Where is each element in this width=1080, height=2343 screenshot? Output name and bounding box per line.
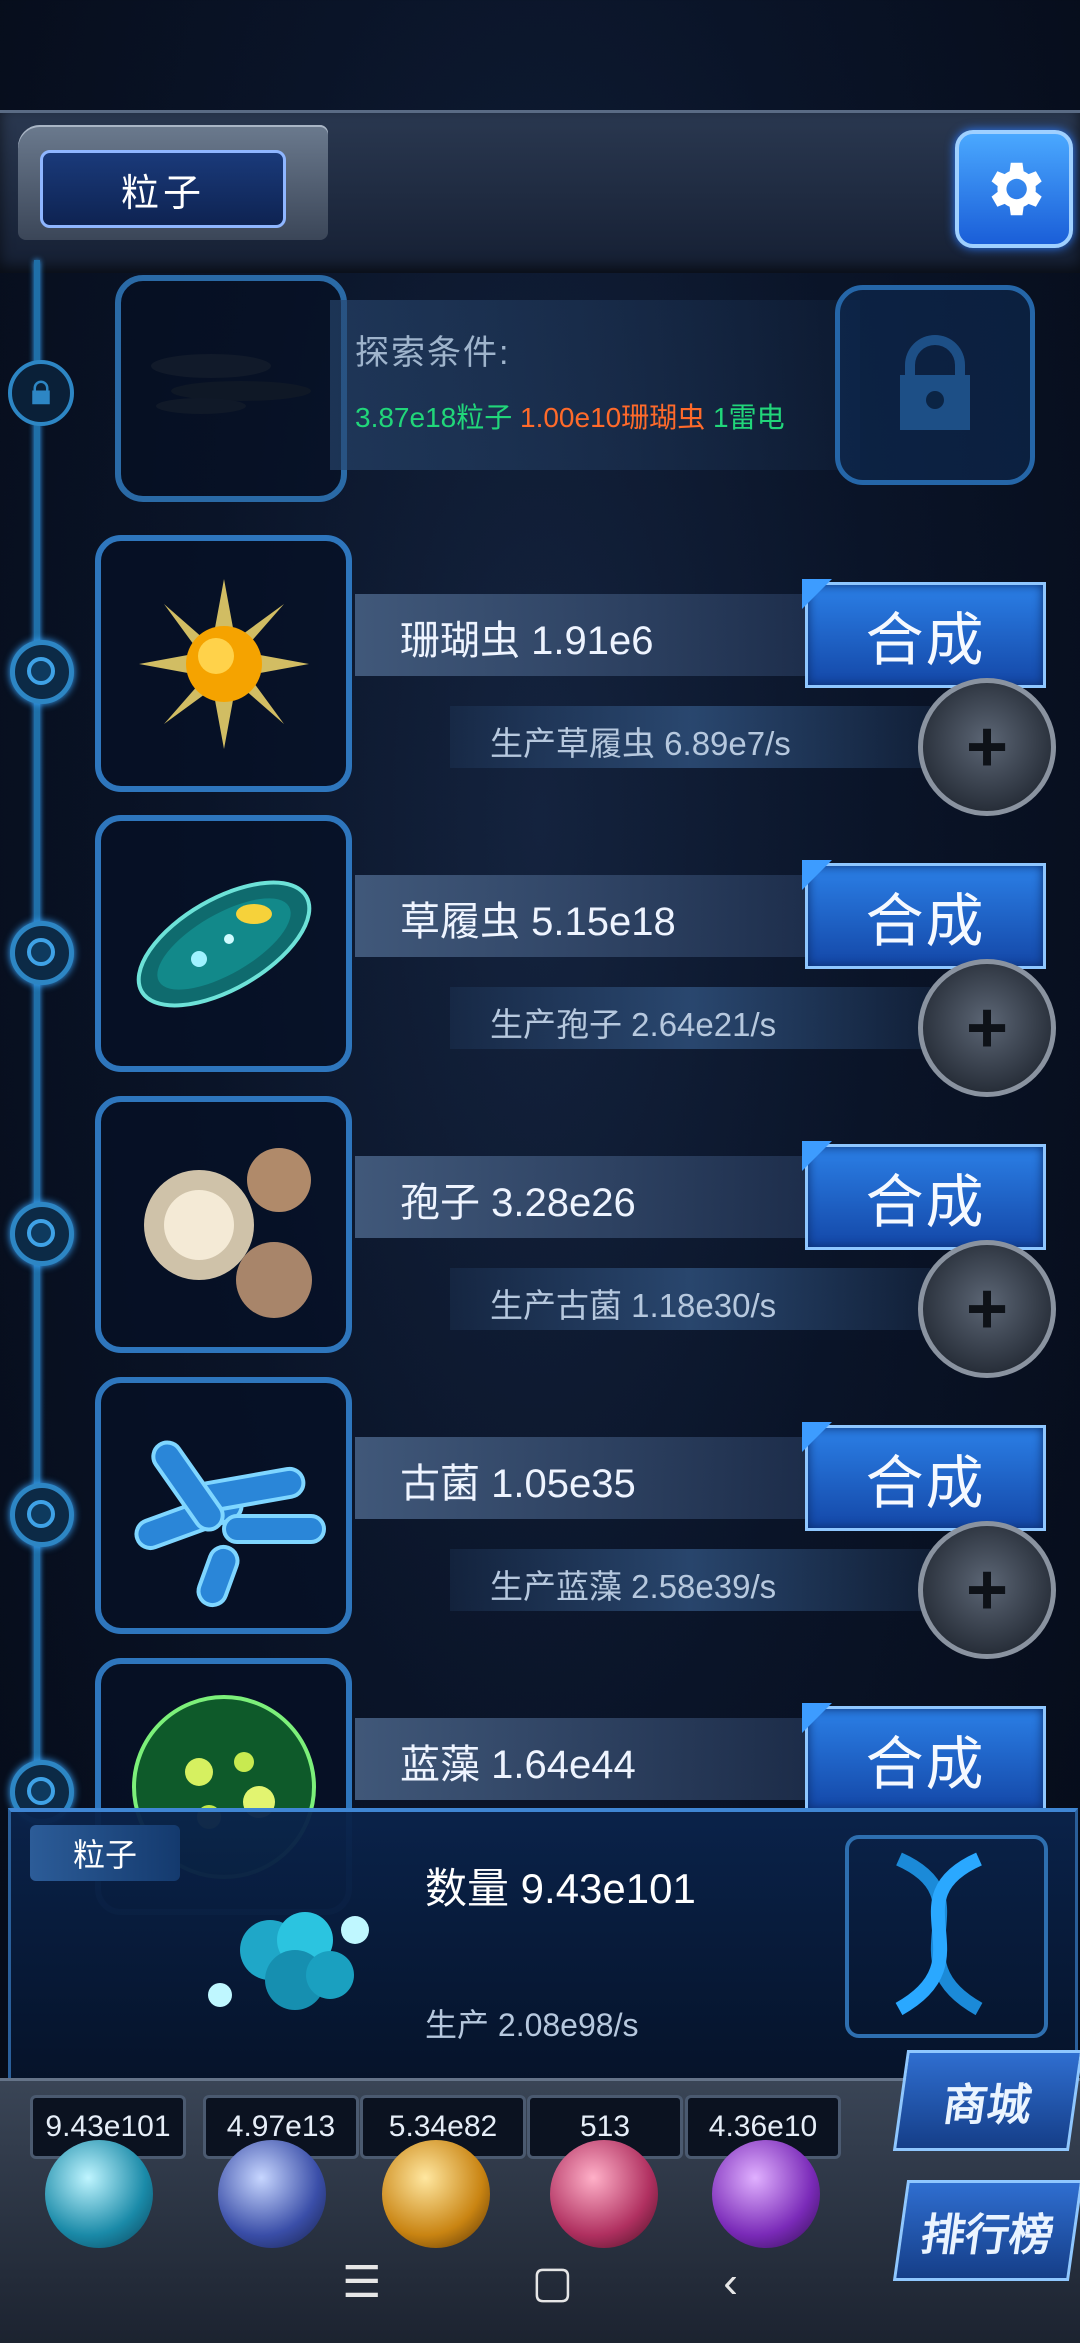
production-text: 生产孢子 2.64e21/s xyxy=(490,1006,777,1043)
silhouette-icon xyxy=(151,354,311,414)
synthesize-button[interactable]: 合成 xyxy=(802,860,1046,969)
plus-icon: + xyxy=(965,1550,1009,1630)
synthesize-button[interactable]: 合成 xyxy=(802,1703,1046,1812)
system-nav: ☰ ▢ ‹ xyxy=(0,2225,1080,2340)
settings-button[interactable] xyxy=(955,130,1073,248)
page-title: 粒子 xyxy=(40,150,286,228)
explore-lock-button[interactable] xyxy=(835,285,1035,485)
home-nav-button[interactable]: ▢ xyxy=(532,2257,574,2308)
menu-nav-button[interactable]: ☰ xyxy=(342,2257,381,2308)
rail-node xyxy=(10,640,74,704)
synthesize-button[interactable]: 合成 xyxy=(802,1141,1046,1250)
plus-icon: + xyxy=(965,988,1009,1068)
row-name: 孢子 3.28e26 xyxy=(400,1181,636,1225)
rail-node xyxy=(10,1483,74,1547)
production-text: 生产古菌 1.18e30/s xyxy=(490,1287,777,1324)
row-name: 古菌 1.05e35 xyxy=(400,1462,636,1506)
dna-frame xyxy=(845,1835,1048,2038)
padlock-icon xyxy=(900,335,970,430)
upgrade-plus-button[interactable]: + xyxy=(918,1240,1056,1378)
rail-lock-node xyxy=(8,360,74,426)
cond-particles: 3.87e18粒子 xyxy=(355,402,513,433)
gear-icon xyxy=(991,162,1042,216)
rail-node xyxy=(10,1202,74,1266)
production-text: 生产蓝藻 2.58e39/s xyxy=(490,1568,777,1605)
locked-creature-frame xyxy=(115,275,347,502)
paramecium-icon xyxy=(136,880,311,1007)
upgrade-plus-button[interactable]: + xyxy=(918,1521,1056,1659)
upgrade-plus-button[interactable]: + xyxy=(918,959,1056,1097)
creature-image-spore[interactable] xyxy=(95,1096,352,1353)
synthesize-button[interactable]: 合成 xyxy=(802,579,1046,688)
synthesize-button[interactable]: 合成 xyxy=(802,1422,1046,1531)
dna-icon xyxy=(895,1852,983,2016)
particle-production: 生产 2.08e98/s xyxy=(425,2007,639,2043)
lock-icon xyxy=(32,380,50,405)
row-name: 草履虫 5.15e18 xyxy=(400,900,676,944)
progress-rail xyxy=(34,260,40,1820)
plus-icon: + xyxy=(965,707,1009,787)
back-nav-button[interactable]: ‹ xyxy=(723,2258,738,2308)
sun-creature-icon xyxy=(138,578,309,749)
explore-label: 探索条件: xyxy=(355,334,511,372)
creature-image-archaea[interactable] xyxy=(95,1377,352,1634)
shop-button[interactable]: 商城 xyxy=(892,2050,1080,2151)
info-tag: 粒子 xyxy=(30,1825,180,1881)
cond-coral: 1.00e10珊瑚虫 xyxy=(520,402,706,433)
upgrade-plus-button[interactable]: + xyxy=(918,678,1056,816)
production-text: 生产草履虫 6.89e7/s xyxy=(490,725,791,762)
rail-node xyxy=(10,921,74,985)
particle-cluster-icon xyxy=(208,1912,369,2010)
row-name: 蓝藻 1.64e44 xyxy=(400,1743,636,1787)
cond-thunder: 1雷电 xyxy=(713,402,785,433)
row-name: 珊瑚虫 1.91e6 xyxy=(400,619,654,663)
spore-icon xyxy=(143,1147,312,1318)
creature-image-paramecium[interactable] xyxy=(95,815,352,1072)
particle-count: 数量 9.43e101 xyxy=(425,1865,696,1912)
creature-image-coral[interactable] xyxy=(95,535,352,792)
archaea-icon xyxy=(133,1440,326,1607)
explore-conditions: 3.87e18粒子 1.00e10珊瑚虫 1雷电 xyxy=(355,396,785,436)
plus-icon: + xyxy=(965,1269,1009,1349)
